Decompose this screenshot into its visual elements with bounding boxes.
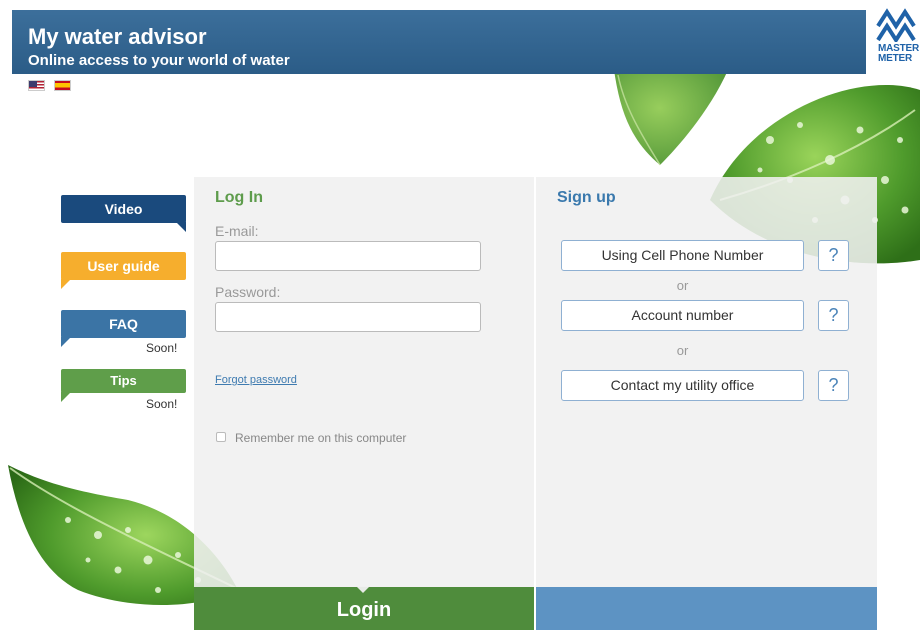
login-panel: Log In E-mail: Password: Forgot password… [194, 177, 534, 587]
password-label: Password: [215, 284, 281, 300]
or-separator: or [676, 278, 689, 293]
faq-tab[interactable]: FAQ [61, 310, 186, 347]
forgot-password-link[interactable]: Forgot password [215, 374, 297, 386]
tips-soon-label: Soon! [146, 397, 178, 411]
signup-title: Sign up [557, 189, 616, 206]
app-root: My water advisor Online access to your w… [0, 0, 920, 630]
email-label: E-mail: [215, 223, 259, 239]
remember-me-checkbox[interactable] [216, 432, 226, 442]
master-meter-logo: MASTER METER [872, 8, 920, 72]
faq-soon-label: Soon! [146, 341, 178, 355]
help-cell-phone-button[interactable]: ? [818, 240, 849, 271]
tips-tab[interactable]: Tips [61, 369, 186, 402]
video-tab[interactable]: Video [61, 195, 186, 232]
or-separator: or [676, 343, 689, 358]
signup-footer-bar [536, 587, 877, 630]
signup-account-number-button[interactable]: Account number [561, 300, 804, 331]
header-banner: My water advisor Online access to your w… [12, 10, 866, 74]
signup-contact-utility-button[interactable]: Contact my utility office [561, 370, 804, 401]
english-flag-icon[interactable] [28, 80, 45, 91]
help-account-number-button[interactable]: ? [818, 300, 849, 331]
spanish-flag-icon[interactable] [54, 80, 71, 91]
app-title: My water advisor [28, 24, 207, 49]
signup-cell-phone-button[interactable]: Using Cell Phone Number [561, 240, 804, 271]
app-subtitle: Online access to your world of water [28, 52, 290, 69]
signup-panel: Sign up Using Cell Phone Number ? or Acc… [536, 177, 877, 587]
login-title: Log In [215, 189, 263, 206]
master-meter-logo-text: MASTER METER [878, 43, 920, 64]
email-field[interactable] [215, 241, 481, 271]
user-guide-tab[interactable]: User guide [61, 252, 186, 289]
master-meter-logo-mark-icon [876, 8, 916, 42]
remember-me-label: Remember me on this computer [235, 431, 407, 445]
login-button[interactable]: Login [194, 586, 534, 630]
password-field[interactable] [215, 302, 481, 332]
help-contact-utility-button[interactable]: ? [818, 370, 849, 401]
